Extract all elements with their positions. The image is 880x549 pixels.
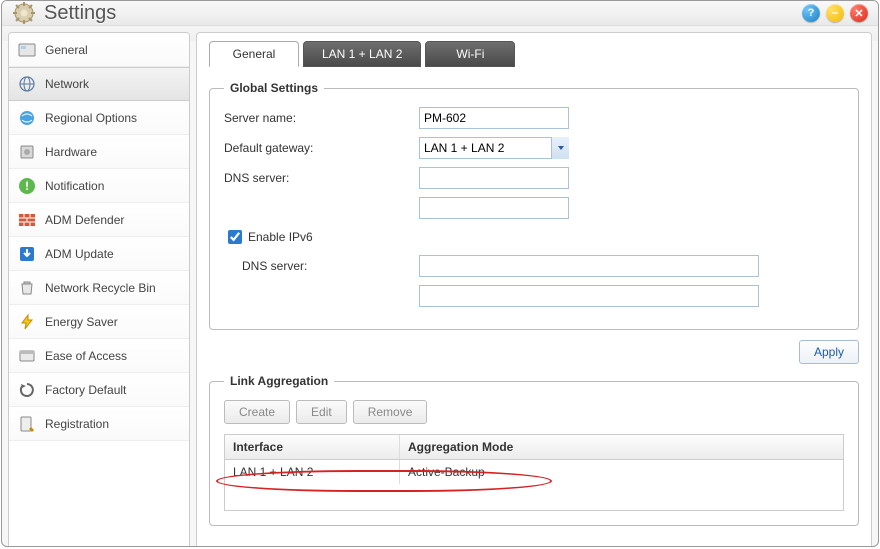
- energy-icon: [17, 312, 37, 332]
- sidebar-item-label: Ease of Access: [45, 349, 127, 363]
- ipv6-dns2-input[interactable]: [419, 285, 759, 307]
- cell-mode: Active-Backup: [400, 460, 843, 484]
- firewall-icon: [17, 210, 37, 230]
- create-button[interactable]: Create: [224, 400, 290, 424]
- enable-ipv6-checkbox[interactable]: [228, 230, 242, 244]
- update-icon: [17, 244, 37, 264]
- edit-button[interactable]: Edit: [296, 400, 347, 424]
- sidebar-item-label: Notification: [45, 179, 104, 193]
- cell-interface: LAN 1 + LAN 2: [225, 460, 400, 484]
- sidebar-item-registration[interactable]: Registration: [9, 407, 189, 441]
- global-settings-fieldset: Global Settings Server name: Default gat…: [209, 81, 859, 330]
- sidebar-item-label: ADM Defender: [45, 213, 124, 227]
- sidebar-item-label: ADM Update: [45, 247, 114, 261]
- sidebar-item-label: Energy Saver: [45, 315, 118, 329]
- sidebar-item-network[interactable]: Network: [9, 67, 189, 101]
- general-icon: [17, 40, 37, 60]
- settings-app-icon: [12, 1, 36, 25]
- sidebar-item-factory[interactable]: Factory Default: [9, 373, 189, 407]
- server-name-label: Server name:: [224, 111, 419, 125]
- window-title: Settings: [44, 2, 796, 25]
- sidebar-item-defender[interactable]: ADM Defender: [9, 203, 189, 237]
- sidebar-item-label: Regional Options: [45, 111, 137, 125]
- sidebar-item-regional[interactable]: Regional Options: [9, 101, 189, 135]
- sidebar-item-label: Network: [45, 77, 89, 91]
- link-aggregation-legend: Link Aggregation: [224, 374, 334, 388]
- aggregation-table: Interface Aggregation Mode LAN 1 + LAN 2…: [224, 434, 844, 511]
- network-icon: [17, 74, 37, 94]
- dns-server-label: DNS server:: [224, 171, 419, 185]
- apply-button[interactable]: Apply: [799, 340, 859, 364]
- sidebar-item-label: Network Recycle Bin: [45, 281, 156, 295]
- notification-icon: !: [17, 176, 37, 196]
- globe-icon: [17, 108, 37, 128]
- tab-general[interactable]: General: [209, 41, 299, 67]
- recycle-bin-icon: [17, 278, 37, 298]
- link-aggregation-fieldset: Link Aggregation Create Edit Remove Inte…: [209, 374, 859, 526]
- registration-icon: [17, 414, 37, 434]
- sidebar-item-label: Registration: [45, 417, 109, 431]
- remove-button[interactable]: Remove: [353, 400, 428, 424]
- help-button[interactable]: ?: [802, 4, 820, 22]
- sidebar: General Network Regional Options Hardwar…: [8, 32, 190, 547]
- sidebar-item-label: Hardware: [45, 145, 97, 159]
- sidebar-item-hardware[interactable]: Hardware: [9, 135, 189, 169]
- sidebar-item-recycle[interactable]: Network Recycle Bin: [9, 271, 189, 305]
- table-row[interactable]: LAN 1 + LAN 2 Active-Backup: [225, 460, 843, 484]
- main-panel: General LAN 1 + LAN 2 Wi-Fi Global Setti…: [196, 32, 872, 547]
- column-interface: Interface: [225, 435, 400, 459]
- ipv6-dns-label: DNS server:: [224, 259, 419, 273]
- tab-wifi[interactable]: Wi-Fi: [425, 41, 515, 67]
- default-gateway-value[interactable]: [419, 137, 569, 159]
- svg-text:!: !: [25, 179, 29, 193]
- default-gateway-label: Default gateway:: [224, 141, 419, 155]
- global-settings-legend: Global Settings: [224, 81, 324, 95]
- dns1-input[interactable]: [419, 167, 569, 189]
- sidebar-item-access[interactable]: Ease of Access: [9, 339, 189, 373]
- ease-of-access-icon: [17, 346, 37, 366]
- tab-lan[interactable]: LAN 1 + LAN 2: [303, 41, 421, 67]
- chevron-down-icon[interactable]: [551, 137, 569, 159]
- sidebar-item-label: Factory Default: [45, 383, 126, 397]
- hardware-icon: [17, 142, 37, 162]
- sidebar-item-notification[interactable]: ! Notification: [9, 169, 189, 203]
- tab-bar: General LAN 1 + LAN 2 Wi-Fi: [209, 41, 859, 67]
- close-button[interactable]: ✕: [850, 4, 868, 22]
- sidebar-item-label: General: [45, 43, 88, 57]
- dns2-input[interactable]: [419, 197, 569, 219]
- ipv6-dns1-input[interactable]: [419, 255, 759, 277]
- sidebar-item-update[interactable]: ADM Update: [9, 237, 189, 271]
- sidebar-item-general[interactable]: General: [9, 33, 189, 67]
- sidebar-item-energy[interactable]: Energy Saver: [9, 305, 189, 339]
- window-body: General Network Regional Options Hardwar…: [2, 26, 878, 547]
- server-name-input[interactable]: [419, 107, 569, 129]
- titlebar: Settings ? – ✕: [2, 1, 878, 26]
- settings-window: Settings ? – ✕ General Network Regional …: [1, 0, 879, 547]
- enable-ipv6-label: Enable IPv6: [248, 230, 313, 244]
- table-header: Interface Aggregation Mode: [225, 435, 843, 460]
- default-gateway-select[interactable]: [419, 137, 569, 159]
- column-mode: Aggregation Mode: [400, 435, 843, 459]
- factory-default-icon: [17, 380, 37, 400]
- minimize-button[interactable]: –: [826, 4, 844, 22]
